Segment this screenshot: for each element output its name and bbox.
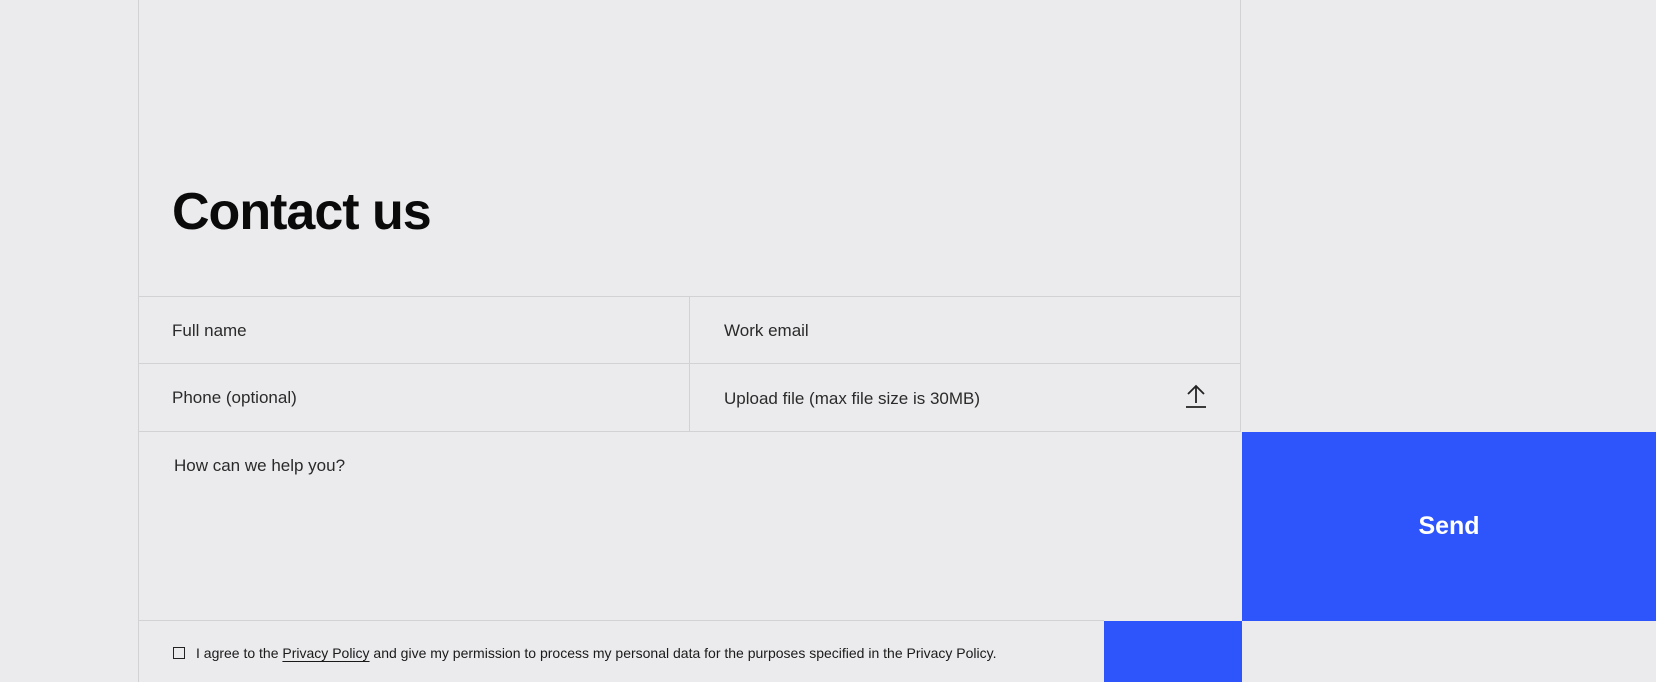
consent-checkbox[interactable] — [173, 647, 185, 659]
page-title: Contact us — [172, 183, 432, 241]
divider-below-title — [138, 296, 1241, 297]
divider-row-2 — [138, 431, 1241, 432]
upload-arrow-icon[interactable] — [1184, 383, 1208, 409]
consent-row: I agree to the Privacy Policy and give m… — [173, 645, 996, 661]
work-email-input[interactable] — [724, 318, 1224, 344]
form-right-border — [1240, 0, 1241, 432]
accent-block — [1104, 621, 1242, 682]
full-name-input[interactable] — [172, 318, 672, 344]
message-textarea[interactable] — [174, 455, 1214, 605]
consent-text-prefix: I agree to the — [196, 645, 283, 661]
form-left-border — [138, 0, 139, 682]
send-button[interactable]: Send — [1242, 432, 1656, 621]
divider-row-1 — [138, 363, 1241, 364]
contact-page: Contact us Upload file (max file size is… — [0, 0, 1656, 682]
divider-below-message — [138, 620, 1104, 621]
consent-text-suffix: and give my permission to process my per… — [369, 645, 997, 661]
privacy-policy-link[interactable]: Privacy Policy — [282, 645, 369, 661]
upload-file-label[interactable]: Upload file (max file size is 30MB) — [724, 388, 980, 410]
field-divider-vertical — [689, 297, 690, 431]
phone-input[interactable] — [172, 385, 672, 411]
